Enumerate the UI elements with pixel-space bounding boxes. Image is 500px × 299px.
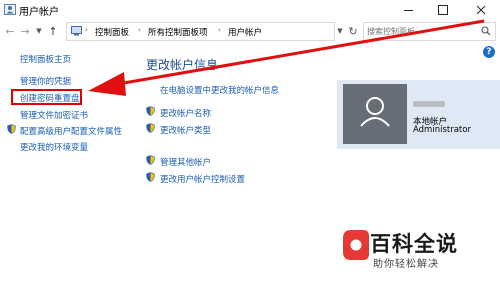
breadcrumb-user-accounts[interactable]: 用户帐户 (228, 26, 262, 38)
shield-icon (7, 124, 16, 134)
highlight-box (11, 89, 82, 105)
title-bar: 用户帐户 (0, 0, 500, 20)
shield-icon (146, 172, 155, 182)
shield-icon (146, 123, 155, 133)
forward-button[interactable]: → (18, 22, 32, 40)
close-button[interactable] (462, 0, 500, 20)
user-icon (360, 97, 390, 127)
refresh-icon: ↻ (348, 24, 358, 38)
breadcrumb-all-items[interactable]: 所有控制面板项 (148, 26, 208, 38)
left-link-manage-encryption-certificates[interactable]: 管理文件加密证书 (20, 109, 88, 121)
recent-locations-button[interactable]: ▼ (34, 22, 44, 40)
close-icon (476, 5, 486, 15)
maximize-button[interactable] (424, 0, 462, 20)
account-name-redacted (413, 101, 445, 107)
address-bar[interactable]: › 控制面板 › 所有控制面板项 › 用户帐户 (66, 22, 335, 41)
search-box[interactable] (363, 22, 496, 41)
navigation-bar: ← → ▼ ↑ › 控制面板 › 所有控制面板项 › 用户帐户 ▼ ↻ (0, 20, 500, 42)
chevron-down-icon: ▼ (36, 27, 42, 35)
left-link-change-environment-variables[interactable]: 更改我的环境变量 (20, 141, 88, 153)
link-change-account-name[interactable]: 更改帐户名称 (160, 107, 211, 119)
maximize-icon (438, 5, 448, 15)
link-change-uac-settings[interactable]: 更改用户帐户控制设置 (160, 173, 245, 185)
shield-icon (146, 106, 155, 116)
search-input[interactable] (367, 25, 477, 37)
link-change-account-in-pc-settings[interactable]: 在电脑设置中更改我的帐户信息 (160, 84, 279, 96)
breadcrumb-separator-icon: › (218, 26, 221, 34)
account-group-label: Administrator (413, 125, 471, 135)
user-accounts-app-icon (4, 4, 16, 15)
minimize-icon (403, 9, 413, 11)
left-link-advanced-profile-properties[interactable]: 配置高级用户配置文件属性 (20, 125, 122, 137)
watermark-title: 百科全说 (370, 232, 458, 256)
refresh-button[interactable]: ↻ (346, 23, 360, 39)
user-accounts-window: 用户帐户 ← → ▼ ↑ › 控制面板 › 所有控制面板项 › 用户帐户 ▼ ↻ (0, 0, 500, 299)
up-button[interactable]: ↑ (46, 22, 60, 40)
breadcrumb-separator-icon: › (85, 26, 88, 34)
search-icon (481, 26, 491, 36)
help-icon[interactable]: ? (483, 46, 495, 58)
breadcrumb-control-panel[interactable]: 控制面板 (95, 26, 129, 38)
address-dropdown-button[interactable]: ▼ (335, 23, 345, 39)
forward-arrow-icon: → (20, 24, 30, 38)
control-panel-icon (71, 26, 82, 36)
up-arrow-icon: ↑ (48, 24, 58, 38)
link-manage-other-accounts[interactable]: 管理其他帐户 (160, 156, 211, 168)
left-link-manage-credentials[interactable]: 管理你的凭据 (20, 75, 71, 87)
page-heading: 更改帐户信息 (146, 58, 219, 72)
chevron-down-icon: ▼ (337, 27, 343, 35)
avatar[interactable] (343, 84, 407, 144)
window-title: 用户帐户 (19, 7, 59, 18)
left-link-control-panel-home[interactable]: 控制面板主页 (20, 53, 71, 65)
watermark-subtitle: 助你轻松解决 (373, 259, 439, 270)
link-change-account-type[interactable]: 更改帐户类型 (160, 124, 211, 136)
back-arrow-icon: ← (5, 24, 15, 38)
minimize-button[interactable] (389, 0, 427, 20)
breadcrumb-separator-icon: › (138, 26, 141, 34)
back-button[interactable]: ← (3, 22, 17, 40)
shield-icon (146, 155, 155, 165)
